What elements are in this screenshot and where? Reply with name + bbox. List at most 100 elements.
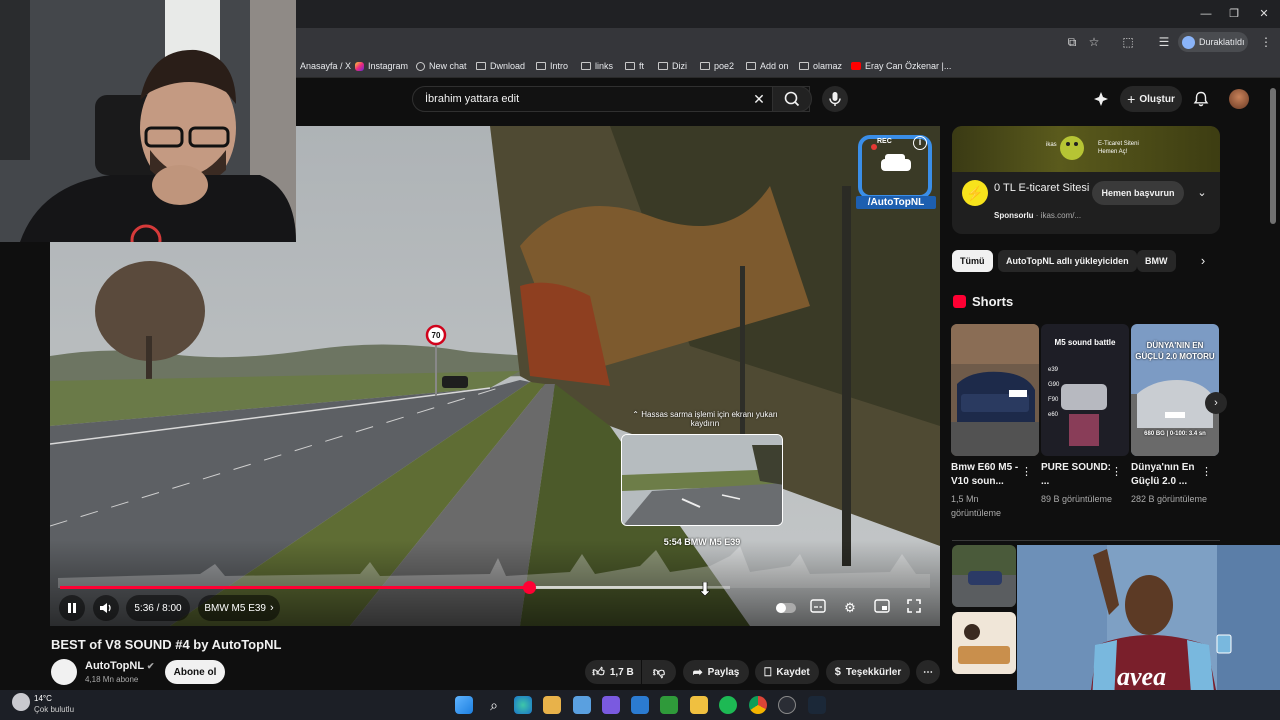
steam-icon[interactable]: [808, 696, 826, 714]
install-app-icon[interactable]: ⧉: [1064, 34, 1080, 50]
browser-menu-icon[interactable]: ⋮: [1258, 34, 1274, 50]
weather-icon[interactable]: [12, 693, 30, 711]
bookmark-folder[interactable]: Add on: [746, 61, 789, 71]
channel-avatar[interactable]: [51, 659, 77, 685]
close-icon[interactable]: ✕: [1256, 6, 1272, 22]
ad-banner[interactable]: [952, 126, 1220, 172]
folder-icon: [625, 62, 635, 70]
minimize-icon[interactable]: —: [1198, 6, 1214, 22]
chip-from-uploader[interactable]: AutoTopNL adlı yükleyiciden: [998, 250, 1137, 272]
mail-icon[interactable]: [631, 696, 649, 714]
bookmark-label: olamaz: [813, 61, 843, 71]
webcam-frame: [0, 0, 296, 242]
ad-title[interactable]: 0 TL E-ticaret Sitesi: [994, 181, 1094, 195]
bookmark-item[interactable]: New chat: [416, 61, 467, 71]
more-actions-button[interactable]: ⋯: [916, 660, 940, 684]
maximize-icon[interactable]: ❐: [1226, 6, 1242, 22]
chip-all[interactable]: Tümü: [952, 250, 993, 272]
info-icon[interactable]: i: [913, 136, 927, 150]
fullscreen-icon[interactable]: [905, 599, 923, 617]
xbox-icon[interactable]: [660, 696, 678, 714]
bookmark-folder[interactable]: olamaz: [799, 61, 842, 71]
notifications-bell-icon[interactable]: [1192, 90, 1210, 108]
short-title[interactable]: Dünya'nın En Güçlü 2.0 ...: [1131, 461, 1203, 489]
clear-search-icon[interactable]: ✕: [750, 90, 768, 108]
scrubber-handle[interactable]: [523, 581, 536, 594]
chevron-down-icon[interactable]: ⌄: [1194, 185, 1210, 201]
subtitles-icon[interactable]: [809, 599, 827, 617]
sparkle-icon[interactable]: [1092, 90, 1110, 108]
short-views: 282 B görüntüleme: [1131, 494, 1208, 504]
app-icon[interactable]: [778, 696, 796, 714]
profile-button[interactable]: Duraklatıldı: [1178, 32, 1248, 52]
short-title[interactable]: Bmw E60 M5 - V10 soun...: [951, 461, 1023, 489]
miniplayer-icon[interactable]: [873, 599, 891, 617]
video-thumbnail-art: [952, 612, 1016, 674]
bookmark-item[interactable]: Instagram: [355, 61, 408, 71]
more-options-icon[interactable]: ⋮: [1111, 465, 1122, 479]
create-button[interactable]: + Oluştur: [1120, 86, 1182, 112]
weather-description: Çok bulutlu: [34, 705, 75, 714]
progress-played: [60, 586, 529, 589]
channel-name[interactable]: AutoTopNL ✔: [85, 660, 154, 672]
account-avatar[interactable]: [1229, 89, 1249, 109]
settings-gear-icon[interactable]: ⚙: [841, 599, 859, 617]
video-thumbnail[interactable]: [952, 612, 1016, 674]
app-icon[interactable]: [573, 696, 591, 714]
bookmark-folder[interactable]: Dwnload: [476, 61, 525, 71]
bookmark-item[interactable]: Eray Can Özkenar |...: [851, 61, 951, 71]
bookmark-folder[interactable]: links: [581, 61, 613, 71]
folder-icon: [536, 62, 546, 70]
share-button[interactable]: ➦ Paylaş: [683, 660, 749, 684]
start-menu-icon[interactable]: [455, 696, 473, 714]
bookmark-folder[interactable]: poe2: [700, 61, 734, 71]
search-icon[interactable]: ⌕: [485, 696, 503, 714]
bookmark-folder[interactable]: ft: [625, 61, 644, 71]
file-explorer-icon[interactable]: [690, 696, 708, 714]
voice-search-button[interactable]: [822, 86, 848, 112]
short-thumbnail[interactable]: [951, 324, 1039, 456]
ad-cta-button[interactable]: Hemen başvurun: [1092, 181, 1184, 205]
search-button[interactable]: [772, 86, 812, 112]
ad-banner-art: [1060, 136, 1084, 160]
chevron-right-icon: ›: [1214, 397, 1218, 409]
extensions-icon[interactable]: ⬚: [1120, 34, 1136, 50]
volume-button[interactable]: [93, 595, 119, 621]
shorts-next-button[interactable]: ›: [1205, 392, 1227, 414]
bookmark-folder[interactable]: Intro: [536, 61, 568, 71]
folder-icon: [700, 62, 710, 70]
instagram-icon: [355, 61, 364, 71]
subscribe-button[interactable]: Abone ol: [165, 660, 225, 684]
spotify-icon[interactable]: [719, 696, 737, 714]
video-thumbnail[interactable]: [952, 545, 1016, 607]
reading-list-icon[interactable]: ☰: [1156, 34, 1172, 50]
more-options-icon[interactable]: ⋮: [1201, 465, 1212, 479]
chapter-button[interactable]: BMW M5 E39 ›: [198, 595, 280, 621]
share-label: Paylaş: [707, 666, 740, 678]
bookmark-folder[interactable]: Dizi: [658, 61, 687, 71]
seek-hint-text: Hassas sarma işlemi için ekranı yukarı k…: [641, 410, 778, 428]
dislike-button[interactable]: 👎︎: [642, 660, 676, 684]
chat-app-icon[interactable]: [602, 696, 620, 714]
thanks-button[interactable]: $ Teşekkürler: [826, 660, 910, 684]
store-icon[interactable]: [543, 696, 561, 714]
chrome-icon[interactable]: [749, 696, 767, 714]
chip-bmw[interactable]: BMW: [1137, 250, 1176, 272]
autoplay-toggle[interactable]: [776, 603, 796, 613]
edge-icon[interactable]: [514, 696, 532, 714]
progress-bar[interactable]: [60, 586, 730, 589]
short-title[interactable]: PURE SOUND: ...: [1041, 461, 1113, 489]
bookmark-item[interactable]: Anasayfa / X: [300, 61, 351, 71]
video-thumbnail-art: [952, 571, 1016, 607]
microphone-icon: [829, 92, 841, 106]
bookmark-star-icon[interactable]: ☆: [1086, 34, 1102, 50]
page-scrollbar[interactable]: [1270, 88, 1276, 224]
save-button[interactable]: ⎕ Kaydet: [755, 660, 819, 684]
more-options-icon[interactable]: ⋮: [1021, 465, 1032, 479]
like-button[interactable]: 👍︎ 1,7 B: [585, 660, 641, 684]
video-title: BEST of V8 SOUND #4 by AutoTopNL: [51, 637, 282, 652]
short-label: e60: [1048, 412, 1059, 418]
pause-button[interactable]: [59, 595, 85, 621]
bookmark-label: Dwnload: [490, 61, 526, 71]
chevron-right-icon[interactable]: ›: [1194, 252, 1212, 270]
